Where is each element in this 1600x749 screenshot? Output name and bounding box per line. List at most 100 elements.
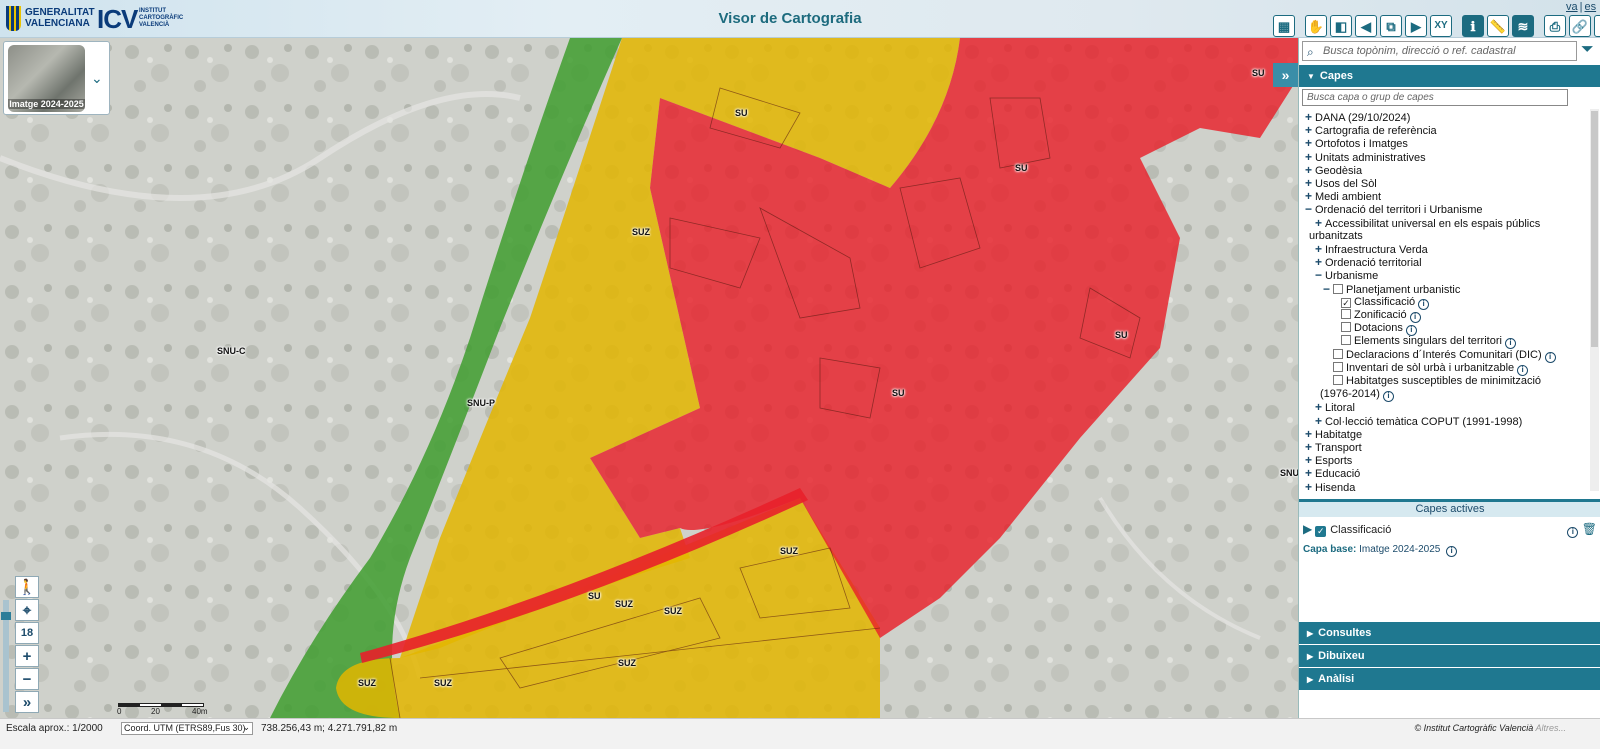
measure-ruler-icon[interactable]: 📏 [1487,15,1509,37]
trash-icon[interactable]: 🗑 [1582,522,1597,536]
layer-tree-item[interactable]: + DANA (29/10/2024) [1305,111,1410,125]
layer-tree-item[interactable]: + Transport [1305,441,1362,455]
chevron-down-icon[interactable]: ⌄ [91,70,103,87]
expand-plus-icon[interactable]: + [1305,124,1315,137]
xy-coordinates-icon[interactable]: XY [1430,15,1452,37]
capa-base-value[interactable]: Imatge 2024-2025 [1359,544,1440,555]
forward-arrow-icon[interactable]: ▶ [1405,15,1427,37]
coord-system-select[interactable]: Coord. UTM (ETRS89,Fus 30) ⌄ [121,722,253,735]
info-icon[interactable]: i [1446,546,1458,557]
map-canvas[interactable]: SU SUZ SNU-C SNU-P SU SU SU SU SUZ SUZ S… [0,38,1298,718]
expand-controls-icon[interactable]: » [15,691,39,713]
layer-tree-item[interactable]: Habitatges susceptibles de minimització [1333,375,1541,388]
layer-tree-item[interactable]: + Cartografia de referència [1305,124,1437,138]
layer-tree-item[interactable]: − Urbanisme [1315,269,1378,283]
lang-es-link[interactable]: es [1584,1,1596,13]
layer-tree-item[interactable]: Declaracions d´Interés Comunitari (DIC) i [1333,348,1556,363]
scrollbar-thumb[interactable] [1591,111,1598,347]
expand-plus-icon[interactable]: + [1305,441,1315,454]
layer-tree-item[interactable]: + Col·lecció temàtica COPUT (1991-1998) [1315,414,1522,428]
lang-va-link[interactable]: va [1566,1,1578,13]
play-icon[interactable]: ▶ [1303,522,1312,536]
info-icon[interactable]: i [1544,351,1556,363]
layer-tree-item[interactable]: + Medi ambient [1305,190,1381,204]
locate-me-icon[interactable]: ⌖ [15,599,39,621]
layer-tree-item[interactable]: (1976-2014) i [1320,388,1394,403]
layer-tree-item[interactable]: Inventari de sòl urbà i urbanitzable i [1333,361,1529,376]
zoom-slider[interactable] [1,600,11,712]
expand-plus-icon[interactable]: + [1315,256,1325,269]
link-icon[interactable]: 🔗 [1569,15,1591,37]
layer-tree-item[interactable]: + Infraestructura Verda [1315,243,1428,257]
expand-plus-icon[interactable]: + [1315,401,1325,414]
expand-plus-icon[interactable]: + [1305,137,1315,150]
layer-tree-item[interactable]: + Usos del Sòl [1305,177,1377,191]
layer-tree-item[interactable]: Dotacions i [1341,322,1417,337]
layer-tree-item[interactable]: + Litoral [1315,401,1355,415]
collapse-minus-icon[interactable]: − [1315,269,1325,282]
layer-tree-item[interactable]: + Ordenació territorial [1315,256,1422,270]
layer-checkbox[interactable] [1341,322,1351,333]
back-arrow-icon[interactable]: ◀ [1355,15,1377,37]
expand-plus-icon[interactable]: + [1305,467,1315,480]
expand-plus-icon[interactable]: + [1305,150,1315,164]
layer-tree-item[interactable]: + Unitats administratives [1305,150,1426,164]
basemap-selector[interactable]: Imatge 2024-2025 ⌄ [3,41,110,115]
layer-tree-item[interactable]: + Habitatge [1305,427,1362,441]
info-icon[interactable]: ℹ [1462,15,1484,37]
expand-plus-icon[interactable]: + [1305,163,1315,177]
expand-plus-icon[interactable]: + [1305,111,1315,124]
expand-plus-icon[interactable]: + [1305,480,1315,493]
icv-logo[interactable]: ICV INSTITUT CARTOGRÀFIC VALENCIÀ [97,4,183,34]
previous-extent-icon[interactable]: ◧ [1330,15,1352,37]
layer-tree-item[interactable]: − Ordenació del territori i Urbanisme [1305,203,1483,217]
print-icon[interactable]: ⎙ [1544,15,1566,37]
zoom-slider-knob[interactable] [1,612,11,620]
layer-tree-item[interactable]: + Ortofotos i Imatges [1305,137,1408,151]
map-icon[interactable]: ▦ [1273,15,1295,37]
expand-plus-icon[interactable]: + [1315,414,1325,428]
dibuixeu-section-header[interactable]: ▶ Dibuixeu [1299,645,1600,667]
layer-tree-item[interactable]: urbanitzats [1309,230,1363,243]
expand-plus-icon[interactable]: + [1305,177,1315,190]
layer-tree-item[interactable]: + Accessibilitat universal en els espais … [1315,216,1540,230]
street-view-person-icon[interactable]: 🚶 [15,576,39,598]
layer-tree-item[interactable]: + Geodèsia [1305,163,1362,177]
layer-checkbox[interactable] [1333,283,1343,294]
expand-plus-icon[interactable]: + [1305,427,1315,441]
copyright-more-link[interactable]: Altres... [1535,723,1566,733]
collapse-panel-button[interactable]: » [1273,63,1298,87]
layer-tree-item[interactable]: + Educació [1305,467,1360,481]
capes-section-header[interactable]: ▼ Capes [1299,65,1600,87]
zoom-out-button[interactable]: − [15,668,39,690]
layers-stack-icon[interactable]: ≋ [1512,15,1534,37]
expand-plus-icon[interactable]: + [1305,454,1315,467]
expand-plus-icon[interactable]: + [1315,216,1325,230]
layer-tree-item[interactable]: ✓ Classificació i [1341,296,1430,310]
zoom-extent-icon[interactable]: ⧉ [1380,15,1402,37]
layer-checkbox-checked[interactable]: ✓ [1341,297,1351,308]
layer-tree-scrollbar[interactable] [1590,109,1599,491]
filter-icon[interactable]: ⏷ [1581,41,1594,59]
zoom-in-button[interactable]: + [15,645,39,667]
collapse-minus-icon[interactable]: − [1323,282,1333,296]
consultes-section-header[interactable]: ▶ Consultes [1299,622,1600,644]
place-search-input[interactable]: ⌕ Busca topònim, direcció o ref. cadastra… [1302,41,1577,61]
expand-plus-icon[interactable]: + [1315,243,1325,256]
basemap-thumbnail[interactable]: Imatge 2024-2025 [8,45,85,112]
collapse-minus-icon[interactable]: − [1305,203,1315,216]
layer-checkbox[interactable] [1333,348,1343,359]
info-icon[interactable]: i [1382,391,1394,403]
layer-checkbox[interactable] [1341,309,1351,319]
layer-tree-item[interactable]: Zonificació i [1341,309,1421,323]
layer-checkbox[interactable] [1333,361,1343,372]
analisi-section-header[interactable]: ▶ Anàlisi [1299,668,1600,690]
layer-tree-item[interactable]: − Planetjament urbanistic [1323,282,1460,296]
generalitat-logo[interactable]: GENERALITAT VALENCIANA [6,4,95,34]
pan-hand-icon[interactable]: ✋ [1305,15,1327,37]
expand-plus-icon[interactable]: + [1305,190,1315,203]
layer-search-input[interactable]: Busca capa o grup de capes [1302,89,1568,106]
layer-checkbox[interactable] [1341,335,1351,346]
info-icon[interactable]: i [1567,527,1579,538]
help-icon[interactable]: ? [1594,15,1600,37]
